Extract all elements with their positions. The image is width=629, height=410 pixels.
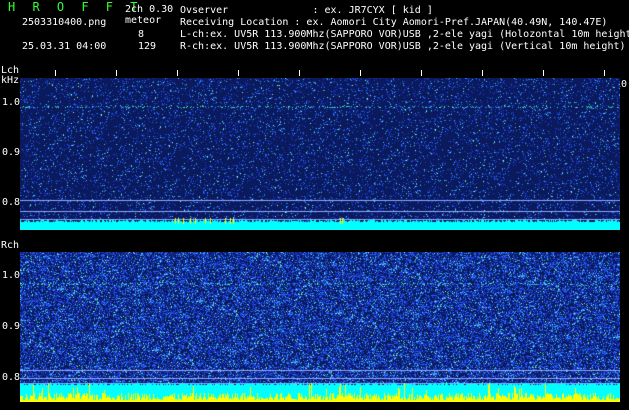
- rch-y-label-2: 0.9: [2, 321, 21, 332]
- lch-y-label-3: 0.8: [2, 197, 21, 208]
- observer-line: Ovserver : ex. JR7CYX [ kid ]: [180, 5, 433, 16]
- time-tick: [55, 70, 56, 76]
- rch-y-label-1: 1.0: [2, 270, 21, 281]
- rch-spectrogram: [20, 252, 620, 402]
- mode-label: 2ch 0.30: [125, 4, 174, 15]
- time-tick: [482, 70, 483, 76]
- time-tick: [116, 70, 117, 76]
- time-tick: [177, 70, 178, 76]
- lch-spectrogram-canvas: [20, 78, 620, 230]
- app-brand: H R O F F T: [8, 0, 143, 14]
- rch-y-label-3: 0.8: [2, 372, 21, 383]
- meteor-label: meteor: [125, 15, 162, 26]
- time-tick: [360, 70, 361, 76]
- lch-spectrogram: [20, 78, 620, 230]
- rch-info-line: R-ch:ex. UV5R 113.900Mhz(SAPPORO VOR)USB…: [180, 41, 626, 52]
- location-line: Receiving Location : ex. Aomori City Aom…: [180, 17, 608, 28]
- lch-y-label-2: 0.9: [2, 147, 21, 158]
- time-tick: [238, 70, 239, 76]
- filename-label: 2503310400.png: [22, 17, 107, 28]
- rch-meteor-count: 129: [138, 41, 157, 52]
- rch-spectrogram-canvas: [20, 252, 620, 402]
- lch-meteor-count: 8: [138, 29, 145, 40]
- lch-y-label-1: 1.0: [2, 97, 21, 108]
- lch-info-line: L-ch:ex. UV5R 113.900Mhz(SAPPORO VOR)USB…: [180, 29, 629, 40]
- time-tick: [604, 70, 605, 76]
- time-tick: [299, 70, 300, 76]
- time-tick: [421, 70, 422, 76]
- lch-unit: kHz: [1, 75, 20, 86]
- date-label: 25.03.31 04:00: [22, 41, 107, 52]
- time-tick: [543, 70, 544, 76]
- rch-title: Rch: [1, 240, 20, 251]
